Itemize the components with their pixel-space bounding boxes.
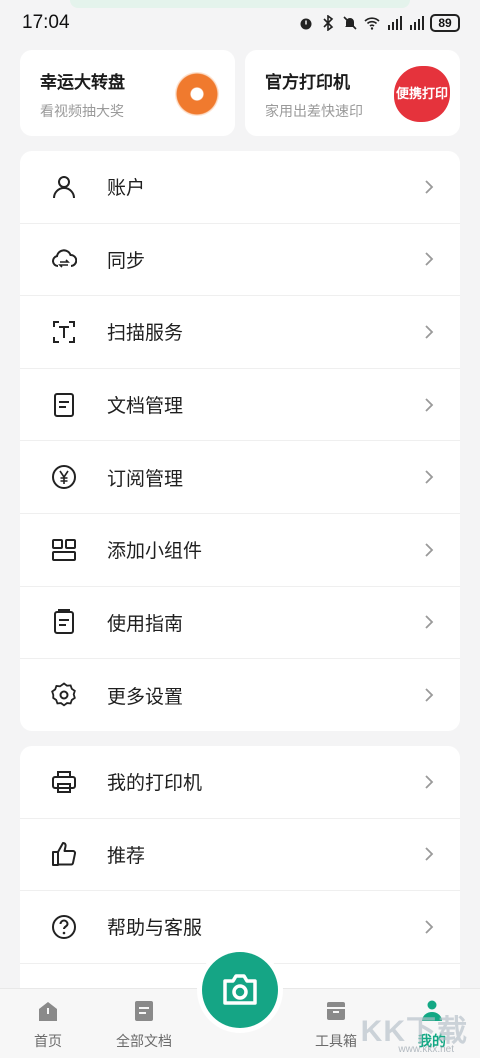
chevron-right-icon [425,325,434,339]
menu-item-label: 文档管理 [107,395,184,418]
signal-icon [410,16,424,30]
chevron-right-icon [425,920,434,934]
lucky-wheel-icon [175,72,219,116]
toolbox-icon [327,1002,345,1020]
promo-official-printer[interactable]: 官方打印机 家用出差快速印 便携打印 [245,50,460,136]
watermark-url: www.kkx.net [398,1044,454,1055]
menu-item-label: 使用指南 [107,612,184,635]
signal-icon [388,16,402,30]
menu-item-label: 账户 [107,177,146,200]
camera-icon [223,974,257,1005]
menu-card-main: 账户 同步 扫描服务 文档管理 订阅管理 添加小组件 使用指南 更多设置 [20,151,460,731]
menu-item-label: 同步 [107,249,146,272]
chevron-right-icon [425,252,434,267]
status-icons: 89 [298,14,460,32]
menu-item-my-printer[interactable]: 我的打印机 [20,746,460,819]
portable-print-badge: 便携打印 [394,66,450,122]
menu-item-account[interactable]: 账户 [20,151,460,224]
menu-item-label: 我的打印机 [107,772,203,795]
guide-icon [54,609,74,635]
menu-item-scan-service[interactable]: 扫描服务 [20,296,460,369]
chevron-right-icon [425,543,434,557]
menu-item-label: 添加小组件 [107,540,203,563]
home-icon [39,1002,57,1021]
mute-icon [343,16,357,30]
camera-button[interactable] [202,952,278,1028]
menu-item-user-guide[interactable]: 使用指南 [20,587,460,660]
tab-label: 全部文档 [116,1034,172,1050]
alarm-icon [300,18,312,30]
menu-item-label: 推荐 [107,844,146,867]
chevron-right-icon [425,397,434,412]
promo-lucky-wheel[interactable]: 幸运大转盘 看视频抽大奖 [20,50,235,136]
chevron-right-icon [425,615,434,629]
gear-icon [51,682,76,707]
menu-item-add-widget[interactable]: 添加小组件 [20,514,460,587]
menu-item-label: 更多设置 [107,685,184,708]
cloud-sync-icon [52,249,77,268]
chevron-right-icon [425,470,434,484]
battery-indicator: 89 [430,14,460,32]
menu-item-recommend[interactable]: 推荐 [20,819,460,892]
tab-home[interactable]: 首页 [8,999,88,1051]
menu-item-more-settings[interactable]: 更多设置 [20,659,460,732]
status-time: 17:04 [22,12,70,33]
scan-text-icon [53,320,75,343]
top-strip [70,0,410,8]
yen-circle-icon [52,465,76,490]
menu-item-label: 扫描服务 [107,322,184,345]
tab-all-documents[interactable]: 全部文档 [104,999,184,1051]
promo-row: 幸运大转盘 看视频抽大奖 官方打印机 家用出差快速印 便携打印 [20,50,460,136]
chevron-right-icon [425,847,434,862]
bluetooth-icon [323,15,334,31]
chevron-right-icon [425,180,434,194]
wifi-icon [364,17,380,30]
help-circle-icon [52,914,76,939]
menu-item-sync[interactable]: 同步 [20,224,460,297]
chevron-right-icon [425,688,434,703]
widgets-icon [52,538,76,561]
thumbs-up-icon [52,842,77,867]
menu-item-document-management[interactable]: 文档管理 [20,369,460,442]
tab-label: 首页 [34,1034,62,1050]
printer-icon [52,770,76,793]
document-icon [54,392,74,417]
chevron-right-icon [425,775,434,789]
person-icon [53,175,75,198]
menu-item-label: 订阅管理 [107,467,184,490]
status-bar: 17:04 89 [0,0,480,44]
menu-item-label: 帮助与客服 [107,917,203,940]
documents-icon [135,1001,153,1021]
menu-item-subscription[interactable]: 订阅管理 [20,441,460,514]
